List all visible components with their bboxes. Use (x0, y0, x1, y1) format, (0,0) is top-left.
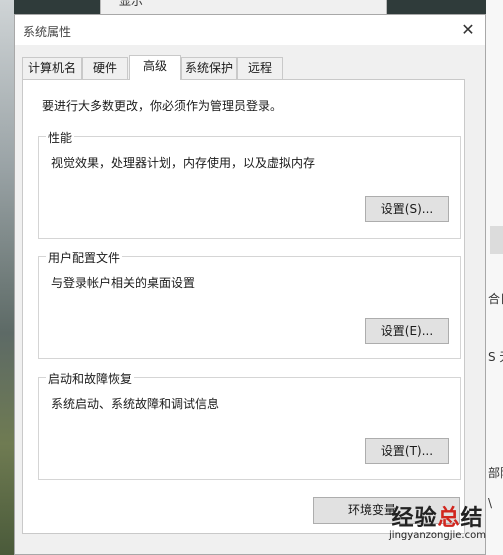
background-window-right: 合日 S 无 部附 \ (486, 0, 503, 555)
user-profiles-legend: 用户配置文件 (46, 249, 123, 266)
advanced-tab-panel: 要进行大多数更改，你必须作为管理员登录。 性能 视觉效果，处理器计划，内存使用，… (22, 79, 465, 534)
user-profiles-group: 用户配置文件 与登录帐户相关的桌面设置 设置(E)... (38, 249, 461, 359)
desktop-background (0, 0, 14, 555)
background-text-3: 部附 (488, 466, 503, 480)
watermark-text-2: 结 (460, 506, 484, 531)
tab-advanced[interactable]: 高级 (129, 55, 181, 80)
performance-description: 视觉效果，处理器计划，内存使用，以及虚拟内存 (51, 156, 316, 170)
performance-group: 性能 视觉效果，处理器计划，内存使用，以及虚拟内存 设置(S)... (38, 129, 461, 239)
startup-recovery-group: 启动和故障恢复 系统启动、系统故障和调试信息 设置(T)... (38, 370, 461, 480)
background-text-1: 合日 (488, 292, 503, 306)
admin-notice: 要进行大多数更改，你必须作为管理员登录。 (42, 99, 283, 113)
performance-legend: 性能 (46, 129, 75, 146)
performance-settings-button[interactable]: 设置(S)... (365, 196, 449, 222)
background-block (490, 226, 503, 254)
startup-recovery-legend: 启动和故障恢复 (46, 370, 135, 387)
user-profiles-description: 与登录帐户相关的桌面设置 (51, 276, 196, 290)
tab-remote[interactable]: 远程 (237, 57, 283, 79)
watermark-url: jingyanzongjie.com (389, 530, 486, 541)
background-window-text: 显示 (119, 0, 144, 8)
watermark: 经验总结 jingyanzongjie.com (372, 500, 503, 541)
background-window: 显示 (100, 0, 387, 14)
watermark-text-accent: 总 (437, 506, 461, 531)
user-profiles-settings-button[interactable]: 设置(E)... (365, 318, 449, 344)
system-properties-dialog: 系统属性 ✕ 计算机名 硬件 高级 系统保护 远程 要进行大多数更改，你必须作为… (14, 14, 486, 555)
tab-system-protection[interactable]: 系统保护 (181, 57, 237, 79)
background-text-2: S 无 (488, 350, 503, 364)
close-icon[interactable]: ✕ (457, 19, 479, 41)
title-bar[interactable]: 系统属性 ✕ (15, 15, 485, 45)
tab-computer-name[interactable]: 计算机名 (22, 57, 82, 79)
watermark-text-1: 经验 (391, 506, 438, 531)
window-title: 系统属性 (23, 25, 72, 39)
startup-recovery-description: 系统启动、系统故障和调试信息 (51, 397, 220, 411)
tab-hardware[interactable]: 硬件 (82, 57, 128, 79)
startup-recovery-settings-button[interactable]: 设置(T)... (365, 438, 449, 464)
watermark-logo-text: 经验总结 (372, 500, 503, 532)
